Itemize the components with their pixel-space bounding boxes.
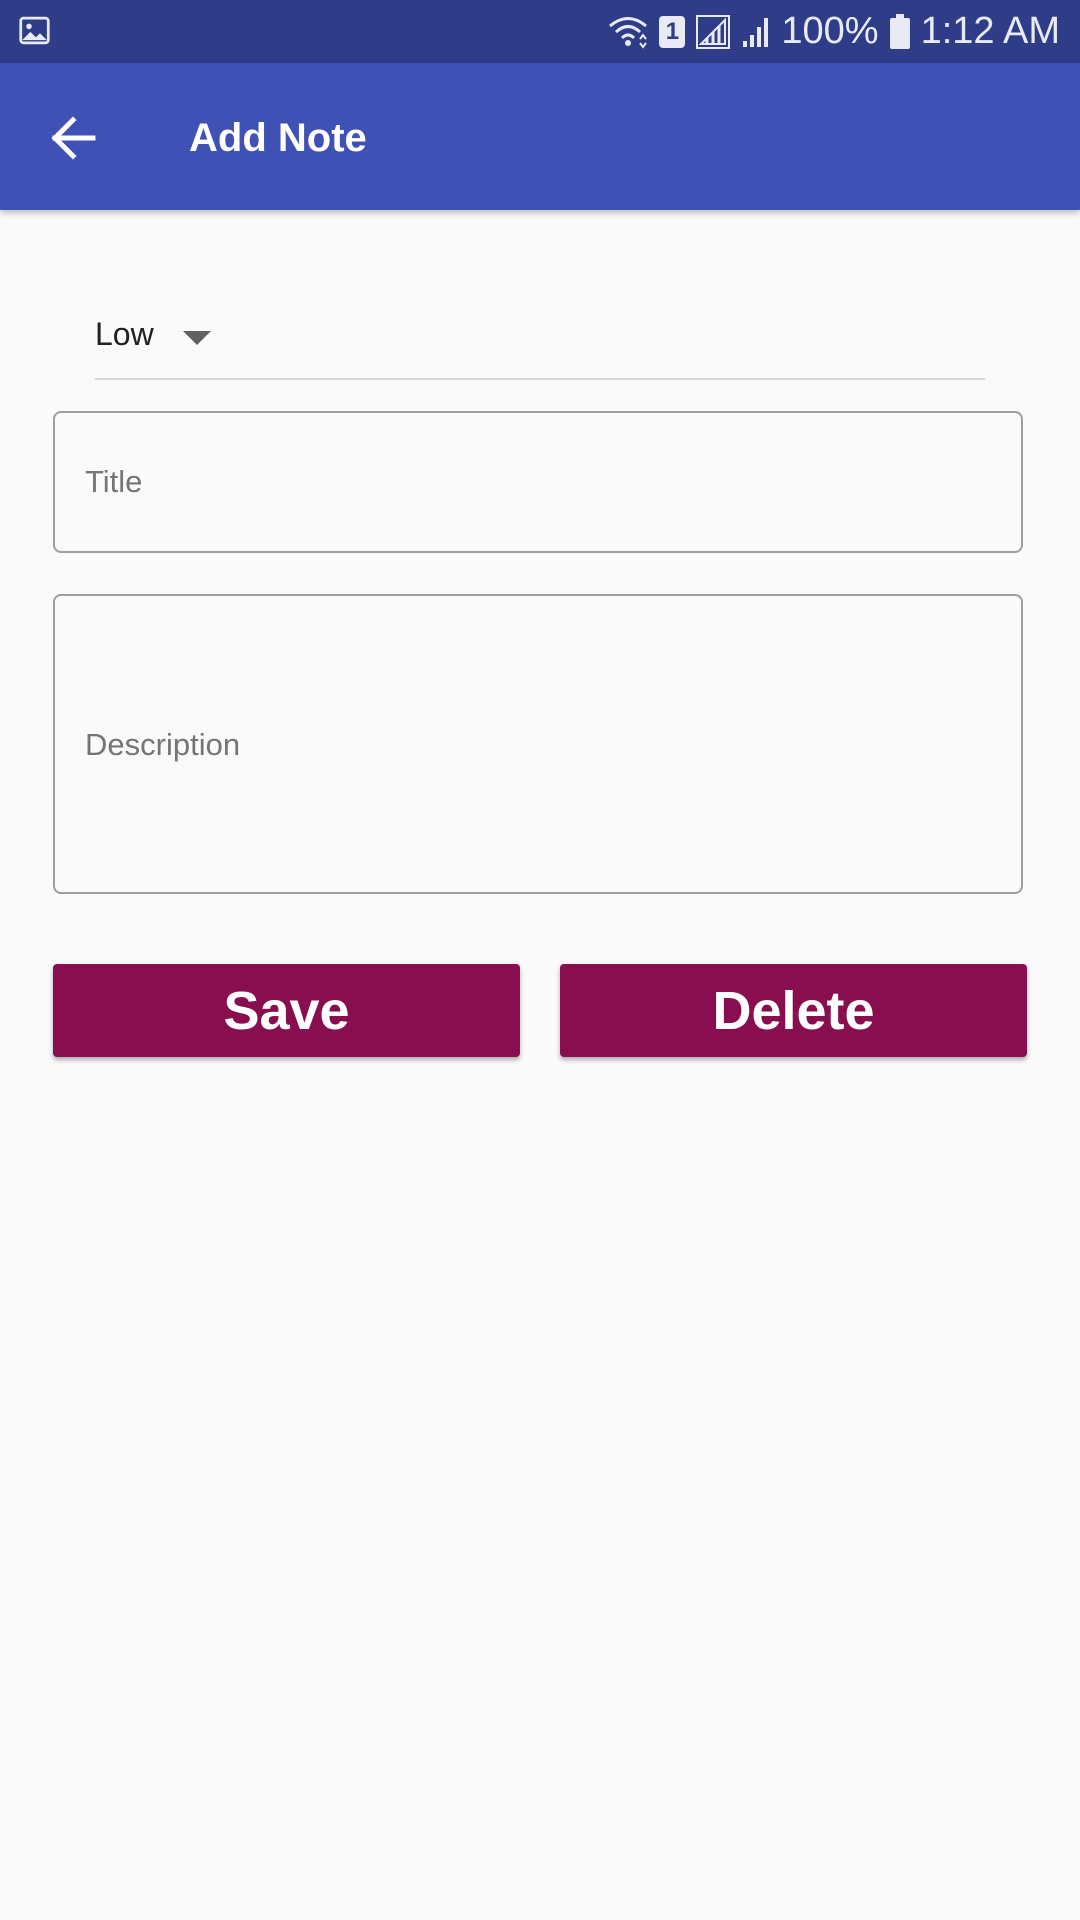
no-signal-icon [696, 14, 731, 49]
dropdown-arrow-icon [183, 331, 211, 345]
battery-icon [889, 13, 910, 49]
page-title: Add Note [189, 116, 367, 160]
title-field[interactable]: Title [53, 411, 1023, 553]
status-bar: 1 100% 1:12 AM [0, 0, 1080, 63]
arrow-left-icon [51, 116, 96, 160]
app-bar: Add Note [0, 63, 1080, 210]
back-button[interactable] [36, 103, 110, 173]
signal-icon [743, 17, 769, 47]
status-time: 1:12 AM [920, 10, 1060, 52]
title-placeholder: Title [85, 464, 143, 499]
description-field[interactable]: Description [53, 594, 1023, 894]
status-icons: 1 100% 1:12 AM [607, 0, 1060, 63]
delete-button[interactable]: Delete [560, 964, 1027, 1057]
sim-icon: 1 [659, 15, 686, 48]
gallery-icon [19, 16, 50, 45]
wifi-icon [609, 16, 648, 49]
priority-selected-value: Low [95, 316, 154, 352]
priority-dropdown[interactable]: Low [95, 300, 985, 380]
save-button[interactable]: Save [53, 964, 520, 1057]
description-placeholder: Description [85, 727, 241, 762]
battery-percent: 100% [781, 10, 879, 52]
